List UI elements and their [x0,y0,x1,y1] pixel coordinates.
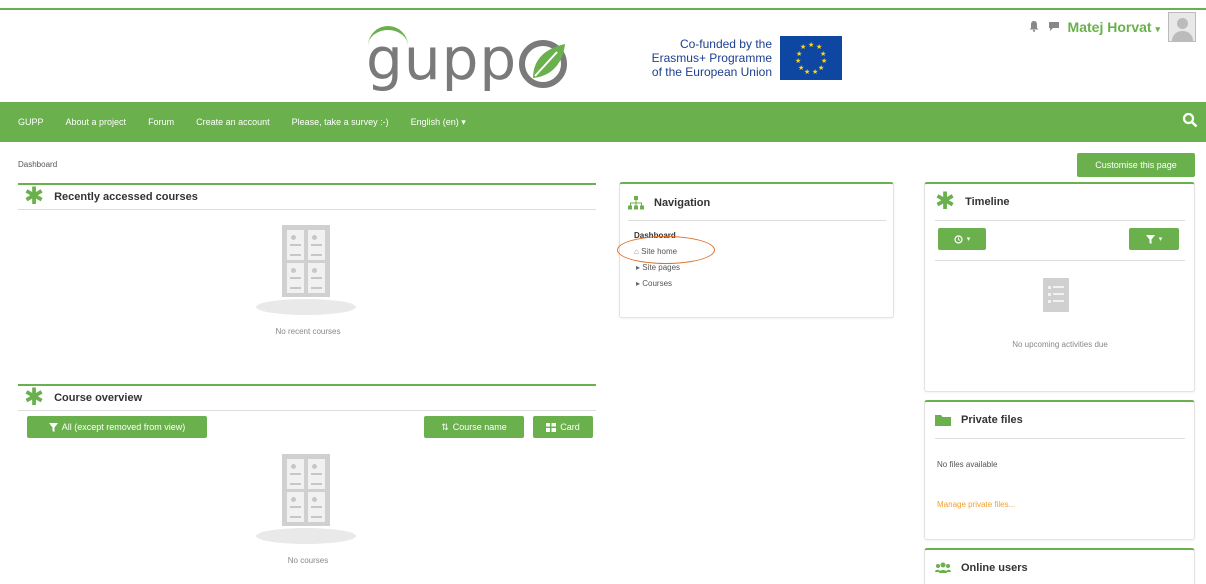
recent-courses-heading: ✱ Recently accessed courses [24,183,198,210]
grid-icon [546,422,557,432]
divider [935,438,1185,439]
timeline-filter-button[interactable]: ▾ [1129,228,1179,250]
filter-label: All (except removed from view) [61,422,186,432]
filter-icon [48,422,58,432]
clock-icon [954,234,963,244]
asterisk-icon: ✱ [24,183,45,210]
courses-empty-icon [256,454,356,544]
recent-courses-block: ✱ Recently accessed courses No recent co… [18,183,596,373]
avatar[interactable] [1168,12,1196,42]
user-name: Matej Horvat [1067,19,1152,35]
leaf-icon [519,40,568,88]
view-label: Card [560,422,580,432]
sort-button[interactable]: ⇅ Course name [424,416,524,438]
nav-courses[interactable]: ▸ Courses [634,276,680,292]
timeline-heading: ✱ Timeline [935,188,1010,215]
course-overview-title: Course overview [54,392,143,404]
asterisk-icon: ✱ [24,384,45,411]
chevron-down-icon: ▾ [966,236,971,243]
nav-item-survey[interactable]: Please, take a survey :-) [292,117,389,127]
filter-icon [1145,234,1155,244]
user-menu: Matej Horvat ▾ [1028,12,1196,42]
empty-message: No recent courses [275,327,341,336]
empty-message: No courses [287,556,329,565]
folder-icon [935,415,951,426]
nav-site-pages-label: Site pages [642,263,681,272]
customise-page-button[interactable]: Customise this page [1077,153,1195,177]
sort-icon: ⇅ [441,421,449,432]
online-users-heading: Online users [935,562,1028,574]
chevron-down-icon: ▾ [1158,236,1163,243]
course-overview-block: ✱ Course overview All (except removed fr… [18,384,596,584]
private-files-heading: Private files [935,414,1023,426]
nav-item-about[interactable]: About a project [66,117,127,127]
online-users-title: Online users [961,562,1028,574]
sort-label: Course name [452,422,507,432]
private-files-title: Private files [961,414,1023,426]
asterisk-icon: ✱ [935,188,956,215]
divider [18,410,596,411]
view-button[interactable]: Card [533,416,593,438]
timeline-title: Timeline [965,196,1010,208]
caret-right-icon: ▸ [636,279,641,288]
site-logo[interactable]: gupp [366,24,568,93]
timeline-block: ✱ Timeline ▾ ▾ No upcoming activities du… [924,182,1195,392]
timeline-sort-button[interactable]: ▾ [938,228,986,250]
chevron-down-icon: ▾ [1155,24,1160,34]
main-navbar: GUPP About a project Forum Create an acc… [0,102,1206,142]
messages-icon[interactable] [1048,20,1060,35]
navigation-title: Navigation [654,197,711,209]
filter-button[interactable]: All (except removed from view) [27,416,207,438]
highlight-annotation [617,236,715,264]
search-icon[interactable] [1182,112,1198,133]
private-files-empty: No files available [937,460,998,469]
user-menu-toggle[interactable]: Matej Horvat ▾ [1068,19,1160,35]
timeline-empty-icon [1043,278,1069,312]
nav-item-create-account[interactable]: Create an account [196,117,270,127]
logo-text: gupp [366,25,518,93]
divider [935,220,1185,221]
private-files-block: Private files No files available Manage … [924,400,1195,540]
sitemap-icon [628,196,644,210]
divider [18,209,596,210]
empty-message: No upcoming activities due [1012,340,1108,349]
erasmus-text: Co-funded by the Erasmus+ Programme of t… [651,37,772,79]
online-users-block: Online users [924,548,1195,584]
divider [935,260,1185,261]
manage-private-files-link[interactable]: Manage private files... [937,500,1015,509]
course-overview-heading: ✱ Course overview [24,384,143,411]
divider [628,220,886,221]
recent-courses-title: Recently accessed courses [54,191,198,203]
notifications-icon[interactable] [1028,20,1040,35]
courses-empty-icon [256,225,356,315]
erasmus-logo: Co-funded by the Erasmus+ Programme of t… [640,30,848,86]
nav-item-gupp[interactable]: GUPP [18,117,44,127]
site-header: gupp Co-funded by the Erasmus+ Programme… [0,10,1206,100]
navigation-heading: Navigation [628,196,710,210]
nav-item-forum[interactable]: Forum [148,117,174,127]
eu-flag-icon: ★ ★ ★ ★ ★ ★ ★ ★ ★ ★ ★ [780,36,842,80]
breadcrumb[interactable]: Dashboard [18,160,57,169]
caret-right-icon: ▸ [636,263,641,272]
users-icon [935,562,951,573]
nav-courses-label: Courses [642,279,673,288]
language-menu[interactable]: English (en) ▾ [411,117,466,128]
